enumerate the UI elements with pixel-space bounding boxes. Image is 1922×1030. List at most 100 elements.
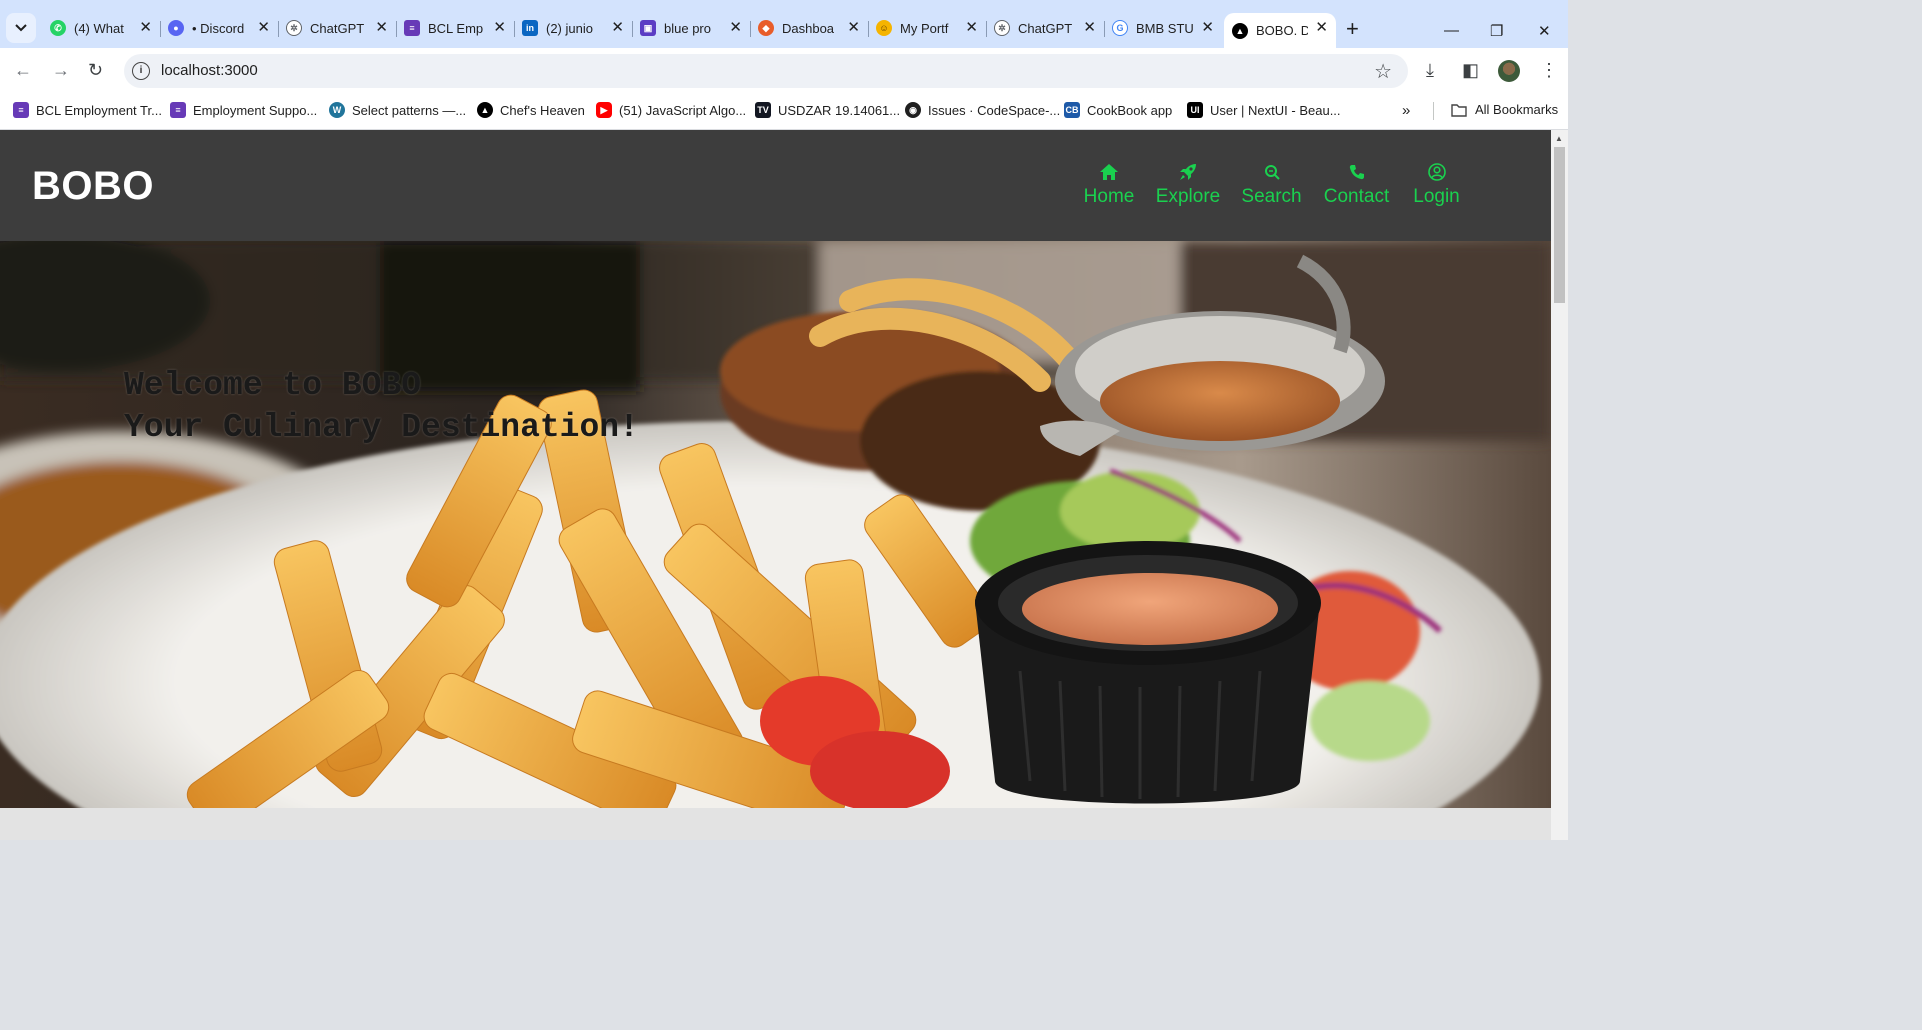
tab-2[interactable]: ✲ ChatGPT ✕ xyxy=(278,13,397,43)
bookmark-8[interactable]: UI User | NextUI - Beau... xyxy=(1187,102,1341,118)
tab-0[interactable]: ✆ (4) What ✕ xyxy=(42,13,161,43)
cookbook-icon: CB xyxy=(1064,102,1080,118)
nav-explore-label: Explore xyxy=(1155,186,1221,207)
bookmark-3[interactable]: ▲ Chef's Heaven xyxy=(477,102,585,118)
close-icon[interactable]: ✕ xyxy=(375,20,388,35)
chatgpt-icon: ✲ xyxy=(286,20,302,36)
forms-icon: ≡ xyxy=(170,102,186,118)
back-arrow-icon[interactable]: ← xyxy=(14,60,32,80)
nav-login-label: Login xyxy=(1413,186,1460,207)
tab-title: (2) junio xyxy=(546,20,593,36)
tab-9[interactable]: G BMB STU ✕ xyxy=(1104,13,1222,43)
download-icon[interactable]: ⤓ xyxy=(1426,60,1434,80)
site-header: BOBO Home Explore Search Contact Login xyxy=(0,130,1551,241)
tab-6[interactable]: ◆ Dashboa ✕ xyxy=(750,13,869,43)
bookmark-label: CookBook app xyxy=(1087,102,1173,118)
tab-8[interactable]: ✲ ChatGPT ✕ xyxy=(986,13,1105,43)
bookmark-label: (51) JavaScript Algo... xyxy=(619,102,747,118)
close-icon[interactable]: ✕ xyxy=(257,20,270,35)
rocket-icon xyxy=(1179,162,1197,182)
close-icon[interactable]: ✕ xyxy=(1201,20,1214,35)
site-logo[interactable]: BOBO xyxy=(32,164,154,209)
bookmark-label: Chef's Heaven xyxy=(500,102,585,118)
scrollbar-thumb[interactable] xyxy=(1554,147,1565,303)
hero-food-image xyxy=(0,241,1551,808)
nav-search-label: Search xyxy=(1241,186,1302,207)
phone-icon xyxy=(1349,162,1365,182)
tab-strip: ✆ (4) What ✕ ● • Discord ✕ ✲ ChatGPT ✕ ≡… xyxy=(0,8,1568,48)
close-icon[interactable]: ✕ xyxy=(1083,20,1096,35)
more-menu-icon[interactable]: ⋮ xyxy=(1540,60,1558,80)
profile-avatar[interactable] xyxy=(1498,60,1520,82)
bookmark-4[interactable]: ▶ (51) JavaScript Algo... xyxy=(596,102,746,118)
tab-7[interactable]: ☺ My Portf ✕ xyxy=(868,13,987,43)
reload-icon[interactable]: ↻ xyxy=(88,60,103,80)
restore-icon[interactable]: ❐ xyxy=(1490,22,1503,40)
chevron-down-icon xyxy=(15,24,27,32)
nextui-icon: UI xyxy=(1187,102,1203,118)
address-url[interactable]: localhost:3000 xyxy=(161,62,258,79)
chevron-double-right-icon[interactable]: » xyxy=(1402,102,1410,119)
bookmark-label: BCL Employment Tr... xyxy=(36,102,162,118)
discord-icon: ● xyxy=(168,20,184,36)
youtube-icon: ▶ xyxy=(596,102,612,118)
close-icon[interactable]: ✕ xyxy=(965,20,978,35)
close-icon[interactable]: ✕ xyxy=(139,20,152,35)
all-bookmarks-button[interactable]: All Bookmarks xyxy=(1451,102,1558,117)
close-icon[interactable]: ✕ xyxy=(729,20,742,35)
nav-home[interactable]: Home xyxy=(1084,162,1134,208)
page-scrollbar[interactable]: ▲ xyxy=(1551,130,1568,840)
bookmark-7[interactable]: CB CookBook app xyxy=(1064,102,1172,118)
bookmark-1[interactable]: ≡ Employment Suppo... xyxy=(170,102,317,118)
emoji-icon: ☺ xyxy=(876,20,892,36)
nav-contact[interactable]: Contact xyxy=(1323,162,1390,208)
tab-active[interactable]: ▲ BOBO. D ✕ xyxy=(1224,13,1336,48)
browser-toolbar: ← → ↻ i localhost:3000 ☆ ⤓ ◧ ⋮ xyxy=(0,48,1568,94)
window-close-icon[interactable]: ✕ xyxy=(1538,22,1551,40)
address-bar[interactable]: i localhost:3000 ☆ xyxy=(124,54,1408,88)
tab-title: BMB STU xyxy=(1136,20,1194,36)
google-icon: G xyxy=(1112,20,1128,36)
nav-search[interactable]: Search xyxy=(1241,162,1302,208)
tab-title: Dashboa xyxy=(782,20,835,36)
bookmark-star-icon[interactable]: ☆ xyxy=(1374,59,1392,84)
tab-5[interactable]: ▣ blue pro ✕ xyxy=(632,13,751,43)
hero-line-2: Your Culinary Destination! xyxy=(124,409,639,446)
tab-title: blue pro xyxy=(664,20,711,36)
close-icon[interactable]: ✕ xyxy=(493,20,506,35)
tab-3[interactable]: ≡ BCL Emp ✕ xyxy=(396,13,515,43)
forward-arrow-icon[interactable]: → xyxy=(52,60,70,80)
tab-title: ChatGPT xyxy=(310,20,365,36)
bookmarks-divider xyxy=(1433,102,1434,120)
bookmark-0[interactable]: ≡ BCL Employment Tr... xyxy=(13,102,162,118)
new-tab-plus-icon[interactable]: + xyxy=(1346,18,1359,40)
close-icon[interactable]: ✕ xyxy=(611,20,624,35)
linkedin-icon: in xyxy=(522,20,538,36)
tradingview-icon: TV xyxy=(755,102,771,118)
close-icon[interactable]: ✕ xyxy=(1315,20,1328,35)
side-panel-icon[interactable]: ◧ xyxy=(1462,60,1479,80)
whatsapp-icon: ✆ xyxy=(50,20,66,36)
bookmark-5[interactable]: TV USDZAR 19.14061... xyxy=(755,102,900,118)
tab-1[interactable]: ● • Discord ✕ xyxy=(160,13,279,43)
bookmarks-bar: ≡ BCL Employment Tr... ≡ Employment Supp… xyxy=(0,94,1568,130)
nav-contact-label: Contact xyxy=(1323,186,1390,207)
nav-explore[interactable]: Explore xyxy=(1155,162,1221,208)
app-icon: ▣ xyxy=(640,20,656,36)
search-icon xyxy=(1264,162,1280,182)
bookmark-6[interactable]: ◉ Issues · CodeSpace-... xyxy=(905,102,1060,118)
close-icon[interactable]: ✕ xyxy=(847,20,860,35)
page-viewport: BOBO Home Explore Search Contact Login W… xyxy=(0,130,1551,840)
minimize-icon[interactable]: — xyxy=(1444,22,1459,39)
bookmark-2[interactable]: W Select patterns —... xyxy=(329,102,466,118)
tab-4[interactable]: in (2) junio ✕ xyxy=(514,13,633,43)
tab-search-button[interactable] xyxy=(6,13,36,43)
home-icon xyxy=(1099,162,1119,182)
page-below-hero xyxy=(0,808,1551,840)
bookmark-label: Employment Suppo... xyxy=(193,102,318,118)
site-info-icon[interactable]: i xyxy=(132,62,150,80)
wordpress-icon: W xyxy=(329,102,345,118)
scroll-up-arrow-icon[interactable]: ▲ xyxy=(1555,134,1563,143)
nav-login[interactable]: Login xyxy=(1413,162,1460,208)
nav-home-label: Home xyxy=(1083,186,1135,207)
